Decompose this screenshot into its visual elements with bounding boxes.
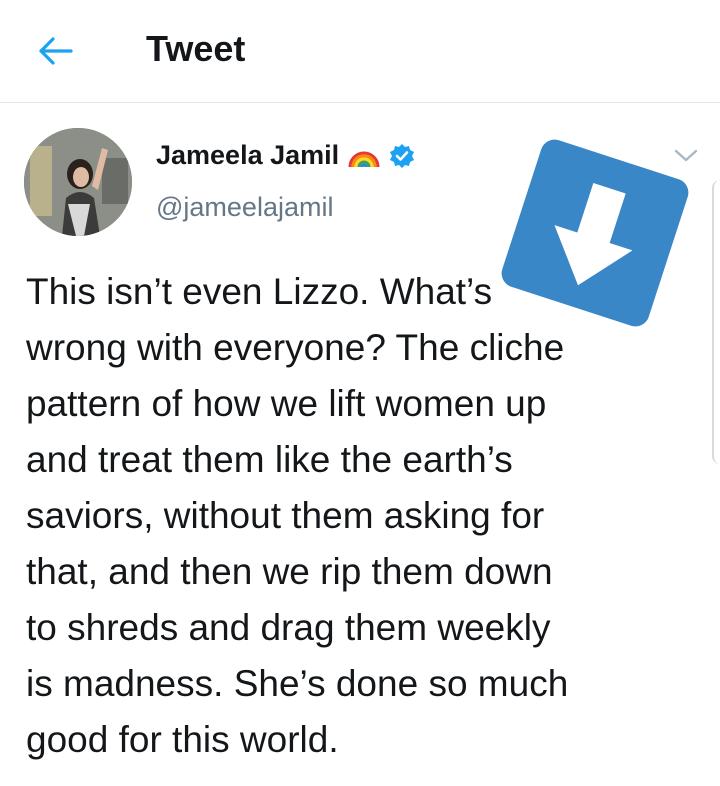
display-name: Jameela Jamil [156,140,340,170]
user-handle[interactable]: @jameelajamil [156,192,333,223]
rainbow-emoji [348,151,380,167]
avatar-photo [24,128,132,236]
avatar[interactable] [24,128,132,236]
verified-badge-icon [390,143,415,168]
download-arrow-icon [501,139,689,327]
top-app-bar: Tweet [0,0,720,103]
scroll-edge [712,180,720,464]
download-overlay[interactable] [500,138,690,328]
back-button[interactable] [30,26,80,76]
display-name-row[interactable]: Jameela Jamil [156,140,415,171]
page-title: Tweet [146,28,246,69]
arrow-left-icon [39,37,73,65]
tweet-text: This isn’t even Lizzo. What’s wrong with… [26,271,569,760]
